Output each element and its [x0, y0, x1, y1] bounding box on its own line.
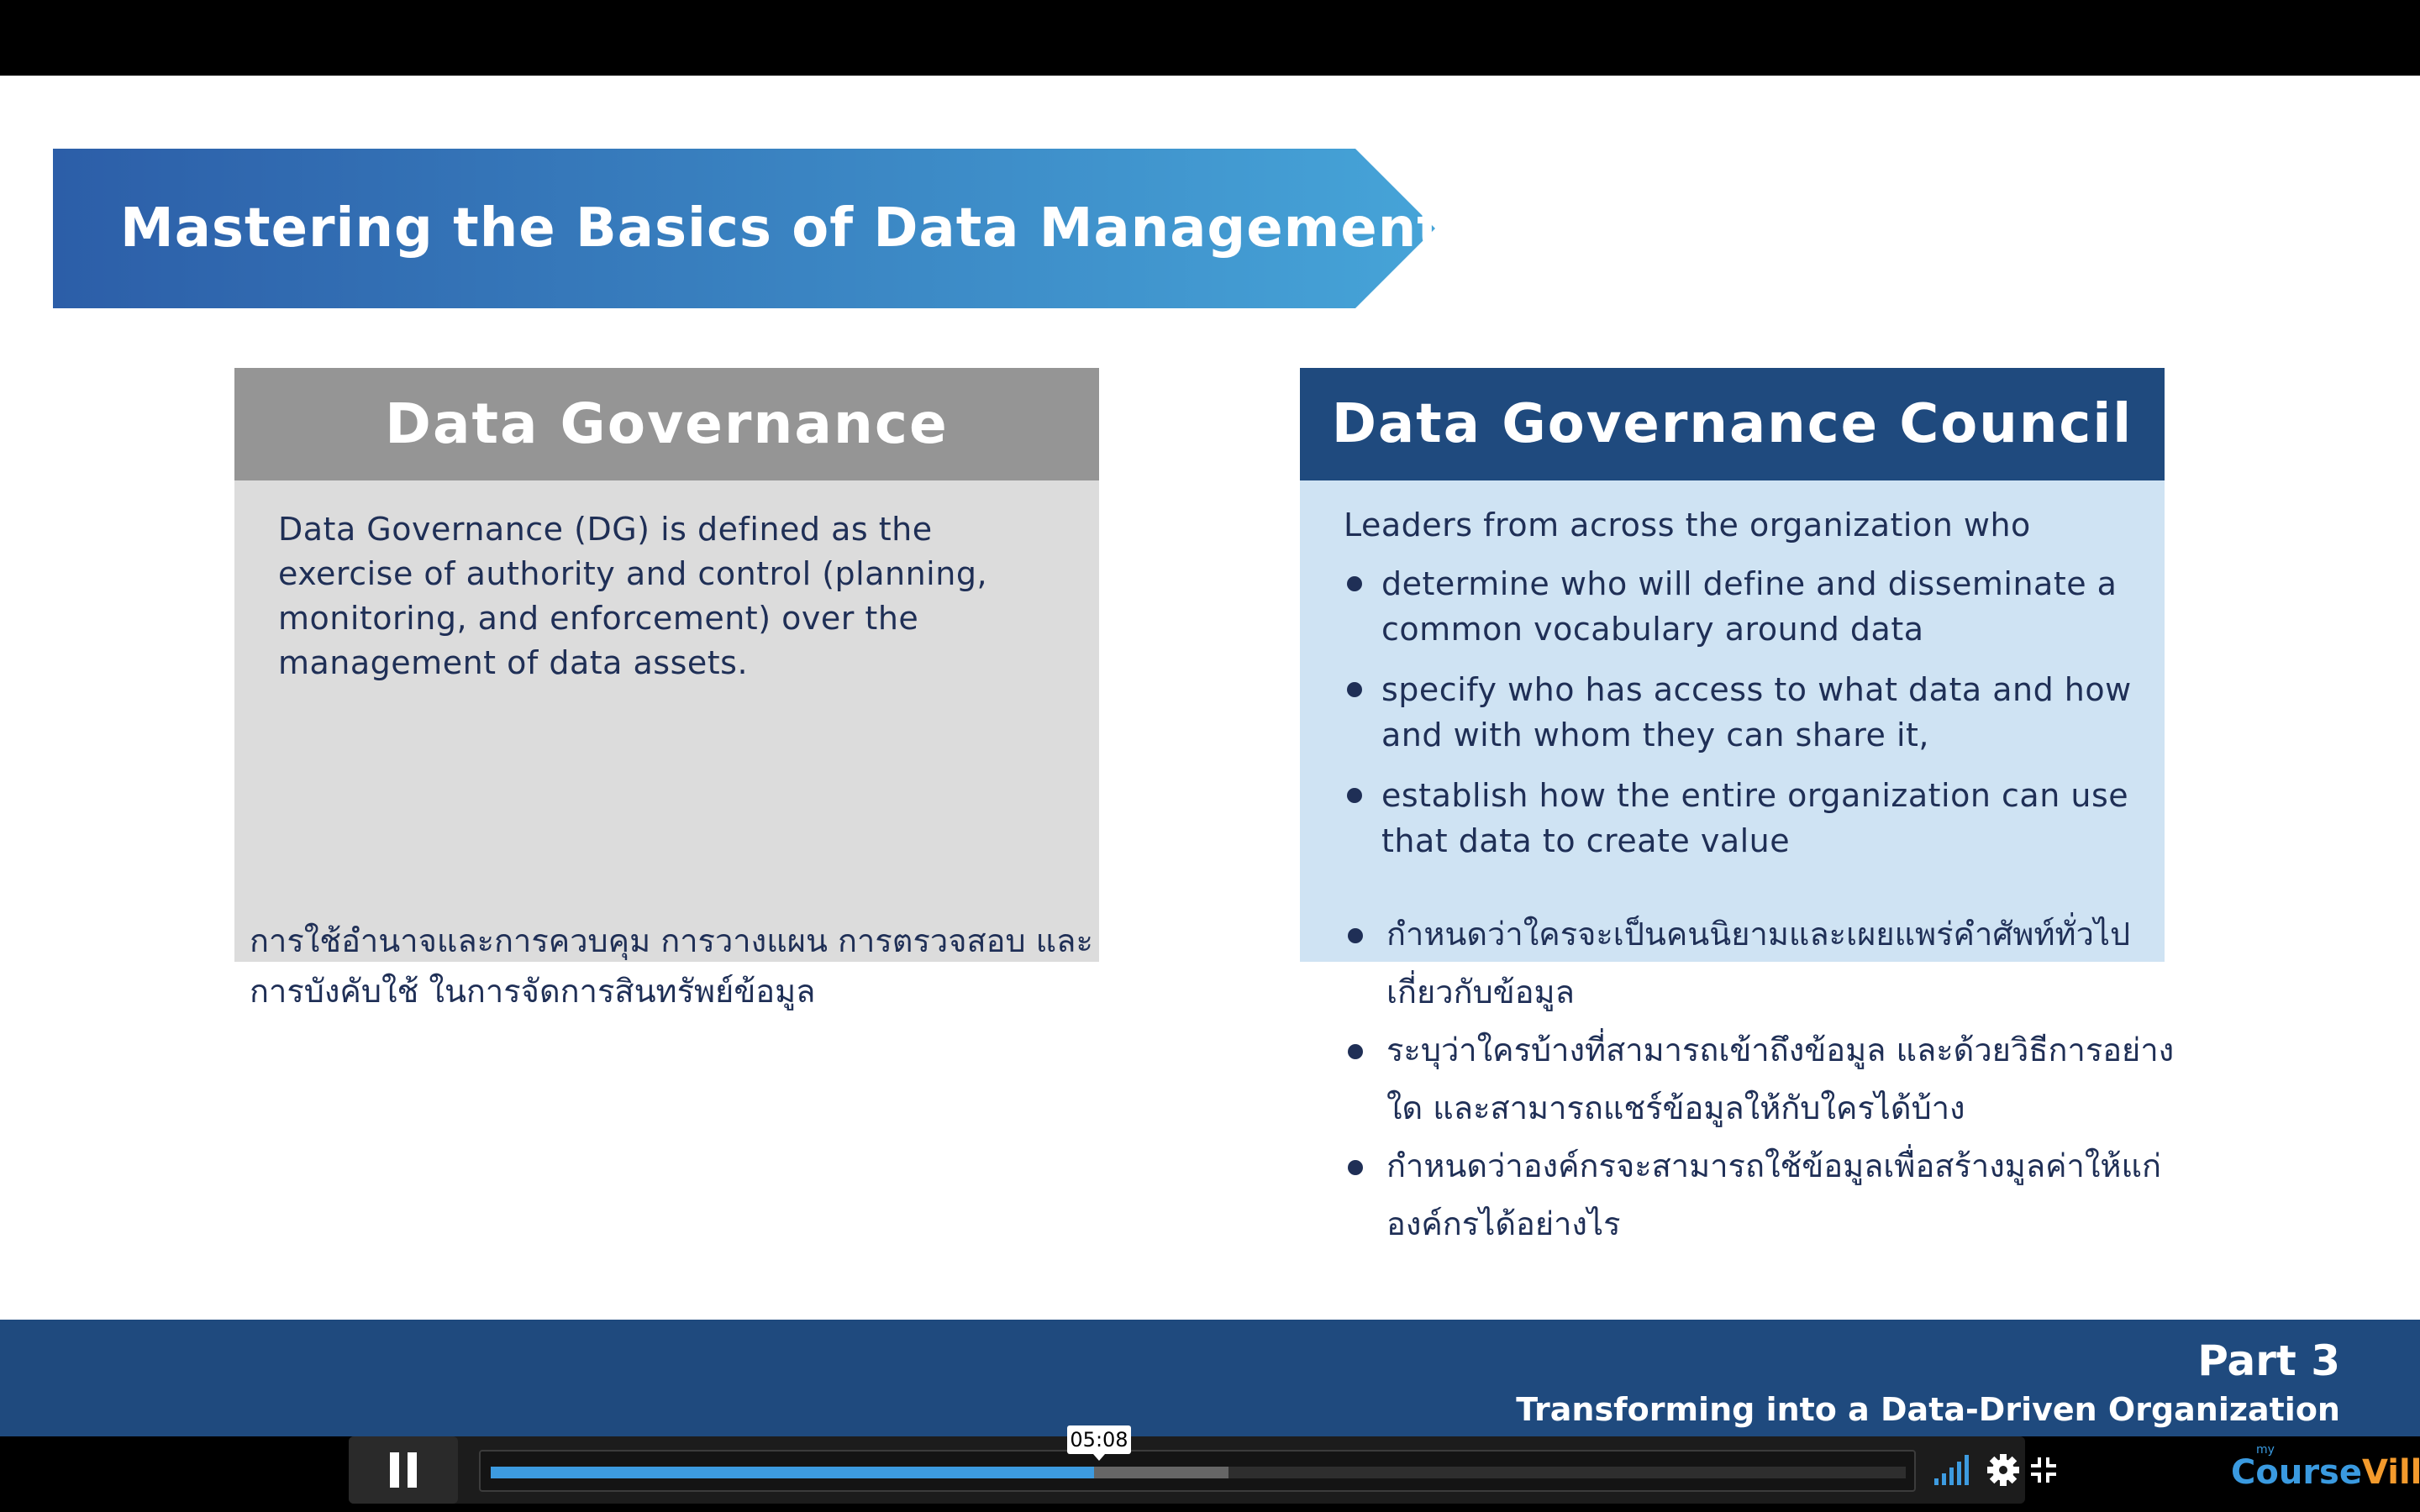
bullet-icon [1348, 1160, 1363, 1175]
courseville-logo[interactable]: my CourseVille [2231, 1443, 2420, 1504]
list-item: establish how the entire organization ca… [1344, 773, 2150, 864]
list-item: specify who has access to what data and … [1344, 667, 2150, 758]
bullet-text: ระบุว่าใครบ้างที่สามารถเข้าถึงข้อมูล และ… [1386, 1032, 2175, 1126]
slide-title: Mastering the Basics of Data Management [120, 197, 1444, 260]
thai-bullet-list: กำหนดว่าใครจะเป็นคนนิยามและเผยแพร่คำศัพท… [1344, 906, 2185, 1253]
part-subtitle: Transforming into a Data-Driven Organiza… [1516, 1391, 2340, 1428]
gear-icon[interactable] [1986, 1453, 2020, 1487]
bullet-icon [1347, 576, 1362, 591]
bullet-text: establish how the entire organization ca… [1381, 777, 2129, 859]
bullet-text: determine who will define and disseminat… [1381, 565, 2118, 648]
list-item: กำหนดว่าใครจะเป็นคนนิยามและเผยแพร่คำศัพท… [1344, 906, 2185, 1021]
video-controls [0, 1436, 2420, 1512]
current-time-tooltip: 05:08 [1067, 1425, 1131, 1461]
title-banner: Mastering the Basics of Data Management [53, 149, 1443, 308]
data-governance-council-card: Data Governance Council Leaders from acr… [1300, 368, 2165, 962]
logo-ville: Ville [2361, 1453, 2420, 1492]
logo-text: CourseVille [2231, 1453, 2420, 1492]
progress-track [491, 1467, 1906, 1478]
bullet-text: specify who has access to what data and … [1381, 671, 2132, 753]
list-item: กำหนดว่าองค์กรจะสามารถใช้ข้อมูลเพื่อสร้า… [1344, 1137, 2185, 1253]
data-governance-header: Data Governance [234, 368, 1099, 480]
council-intro: Leaders from across the organization who [1344, 507, 2031, 543]
bullet-text: กำหนดว่าองค์กรจะสามารถใช้ข้อมูลเพื่อสร้า… [1386, 1147, 2161, 1242]
bullet-icon [1347, 682, 1362, 697]
bullet-icon [1347, 788, 1362, 803]
progress-bar[interactable] [479, 1450, 1916, 1492]
top-letterbox [0, 0, 2420, 76]
logo-course: Course [2231, 1453, 2362, 1492]
thai-definition: การใช้อำนาจและการควบคุม การวางแผน การตรว… [250, 922, 1093, 1010]
bullet-text: กำหนดว่าใครจะเป็นคนนิยามและเผยแพร่คำศัพท… [1386, 916, 2131, 1011]
data-governance-card: Data Governance Data Governance (DG) is … [234, 368, 1099, 962]
volume-icon[interactable] [1933, 1453, 1971, 1487]
video-slide[interactable]: Mastering the Basics of Data Management … [0, 76, 2420, 1436]
part-label: Part 3 [2197, 1336, 2340, 1385]
pause-icon [386, 1452, 421, 1488]
fullscreen-exit-icon[interactable] [2028, 1455, 2059, 1485]
pause-button[interactable] [349, 1436, 458, 1504]
data-governance-definition: Data Governance (DG) is defined as the e… [278, 511, 988, 681]
list-item: determine who will define and disseminat… [1344, 561, 2150, 652]
list-item: ระบุว่าใครบ้างที่สามารถเข้าถึงข้อมูล และ… [1344, 1021, 2185, 1137]
slide-footer: Part 3 Transforming into a Data-Driven O… [0, 1320, 2420, 1436]
council-bullet-list: determine who will define and disseminat… [1344, 561, 2150, 879]
bullet-icon [1348, 928, 1363, 943]
data-governance-council-header: Data Governance Council [1300, 368, 2165, 480]
played-range [491, 1467, 1095, 1478]
bullet-icon [1348, 1044, 1363, 1059]
